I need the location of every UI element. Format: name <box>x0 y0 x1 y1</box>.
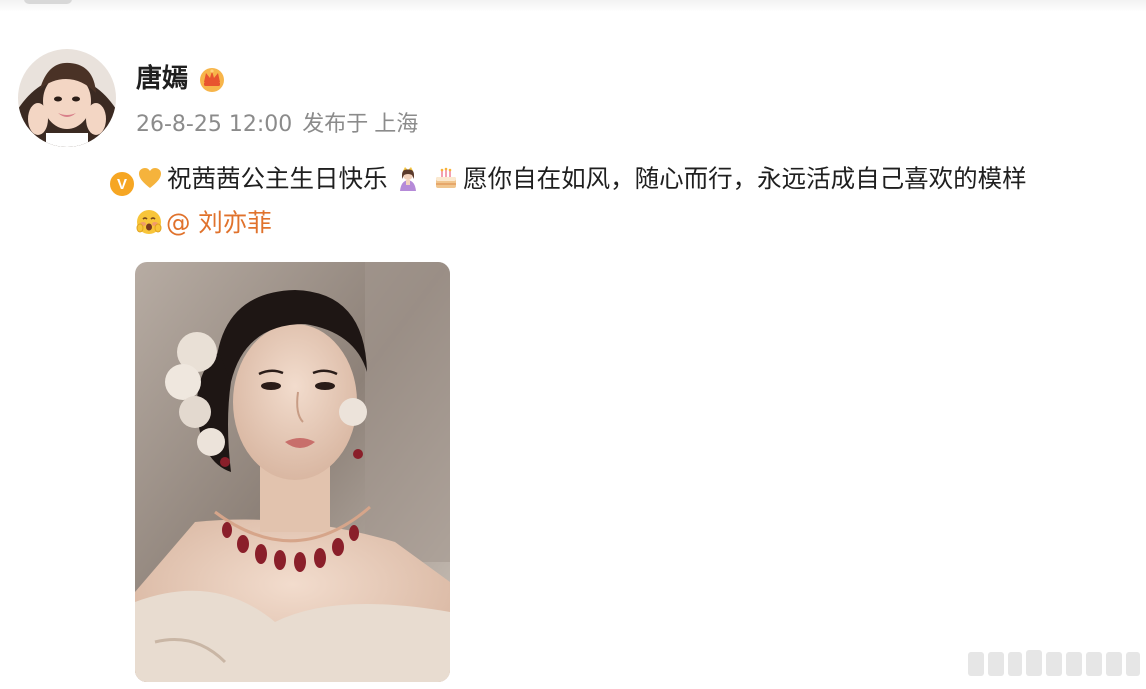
avatar[interactable]: V <box>18 49 137 199</box>
post-location: 上海 <box>374 112 419 137</box>
portrait-photo <box>135 262 450 682</box>
blushing-face-icon <box>136 209 162 235</box>
post-text-line-1: 祝茜茜公主生日快乐 愿你自在如风，随心而行，永远活成自己喜欢的模样 <box>137 162 1027 196</box>
verified-v-badge-icon: V <box>107 169 137 199</box>
yellow-heart-icon <box>137 165 163 191</box>
post-text-part2: 愿你自在如风，随心而行，永远活成自己喜欢的模样 <box>463 164 1027 193</box>
watermark-logo <box>968 650 1140 676</box>
published-prefix: 发布于 <box>302 112 369 137</box>
avatar-image <box>18 49 116 147</box>
birthday-cake-icon <box>433 165 459 191</box>
previous-post-edge <box>0 0 1146 12</box>
mention-link[interactable]: @ 刘亦菲 <box>166 208 272 237</box>
post-text-line-2: @ 刘亦菲 <box>136 206 272 240</box>
crown-icon <box>200 68 224 92</box>
post-meta: 26-8-25 12:00 发布于 上海 <box>136 110 424 140</box>
princess-icon <box>395 165 421 191</box>
author-name[interactable]: 唐嫣 <box>136 61 188 97</box>
post-image[interactable] <box>135 262 450 682</box>
post-timestamp[interactable]: 26-8-25 12:00 <box>136 112 292 137</box>
post-text-part1: 祝茜茜公主生日快乐 <box>167 164 388 193</box>
